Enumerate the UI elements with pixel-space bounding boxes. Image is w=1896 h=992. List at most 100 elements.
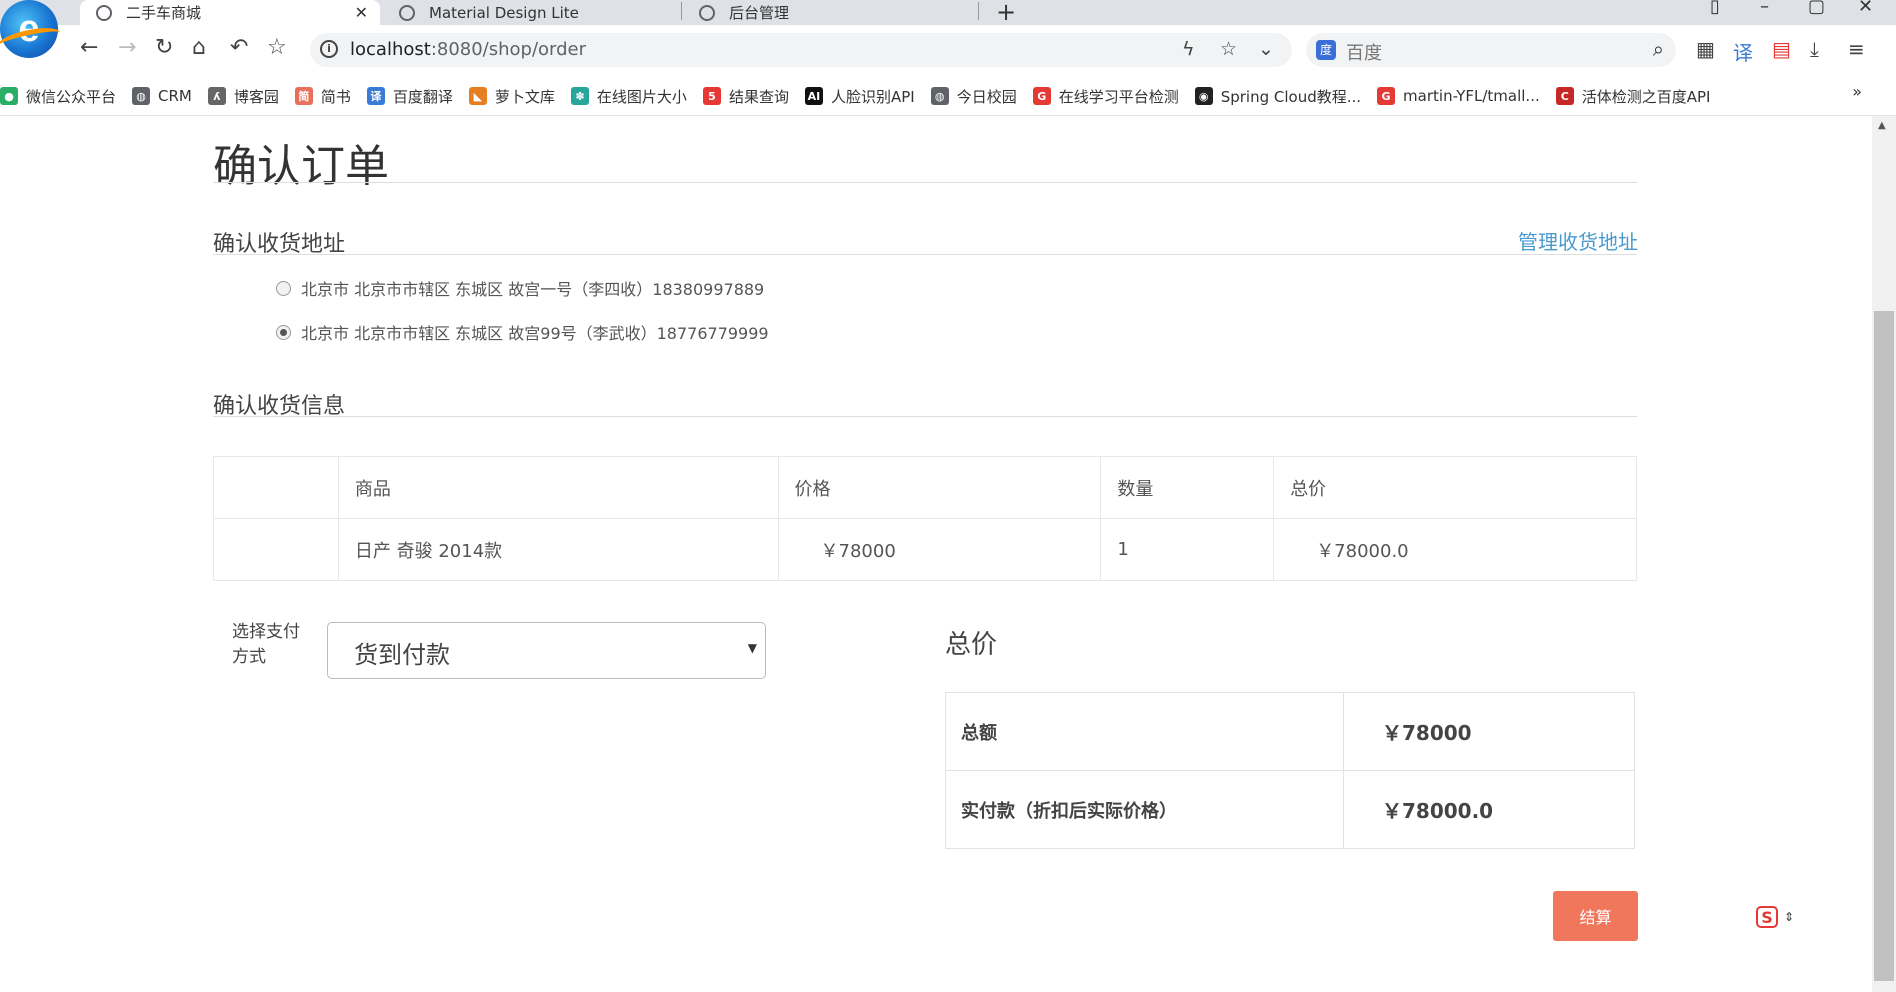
table-header-cell: 数量: [1100, 456, 1275, 519]
page-scrollbar[interactable]: ▲: [1872, 116, 1896, 992]
forward-icon[interactable]: →: [118, 35, 136, 60]
address-option-1[interactable]: 北京市 北京市市辖区 东城区 故宫一号（李四收）18380997889: [276, 276, 764, 300]
address-radio-1[interactable]: [276, 280, 291, 296]
tab-shop[interactable]: 二手车商城 ✕: [80, 0, 380, 25]
wechat-icon: ●: [0, 87, 18, 105]
ai-icon: AI: [804, 87, 823, 105]
bookmark-item[interactable]: C 活体检测之百度API: [1555, 86, 1711, 107]
url-path: :8080/shop/order: [430, 39, 587, 60]
address-radio-2[interactable]: [276, 324, 291, 340]
star-icon[interactable]: ☆: [267, 35, 287, 60]
manage-address-link[interactable]: 管理收货地址: [1518, 226, 1638, 255]
bookmark-label: 活体检测之百度API: [1581, 87, 1711, 106]
jianshu-icon: 简: [294, 87, 313, 105]
qr-code-icon[interactable]: ▦: [1696, 37, 1715, 61]
bookmark-item[interactable]: ✽ 在线图片大小: [570, 86, 687, 107]
back-icon[interactable]: ←: [80, 35, 98, 60]
scroll-up-icon[interactable]: ▲: [1878, 120, 1886, 131]
reload-icon[interactable]: ↻: [155, 35, 173, 60]
close-tab-icon[interactable]: ✕: [355, 3, 368, 22]
table-cell: ￥78000.0: [1273, 518, 1637, 581]
globe-icon: [399, 4, 415, 21]
bookmark-item[interactable]: ◍ CRM: [132, 87, 192, 105]
undo-icon[interactable]: ↶: [230, 35, 248, 60]
download-icon[interactable]: ⤓: [1810, 37, 1819, 61]
ime-arrows-icon[interactable]: ⇕: [1784, 910, 1794, 924]
bookmark-label: 博客园: [233, 87, 279, 106]
bookmark-label: 结果查询: [728, 87, 789, 106]
title-divider: [213, 182, 1637, 183]
globe-icon: ◍: [132, 87, 151, 105]
total-label: 总额: [945, 692, 1344, 771]
bookmark-item[interactable]: ◉ Spring Cloud教程...: [1194, 86, 1362, 107]
pdf-icon[interactable]: ▤: [1772, 37, 1791, 61]
github-icon: ◉: [1194, 87, 1213, 105]
payment-select[interactable]: 货到付款 ▼: [327, 622, 766, 679]
tab-title: 二手车商城: [126, 4, 202, 22]
order-page: 确认订单 确认收货地址 管理收货地址 北京市 北京市市辖区 东城区 故宫一号（李…: [0, 116, 1872, 992]
total-value: ￥78000: [1343, 692, 1635, 771]
bookmark-item[interactable]: ʎ 博客园: [207, 86, 279, 107]
sogou-ime-widget[interactable]: S ⇕: [1756, 906, 1794, 928]
bookmark-label: Spring Cloud教程...: [1220, 87, 1362, 106]
bookmark-item[interactable]: Gmartin-YFL/tmall...: [1377, 87, 1540, 105]
globe-icon: [96, 4, 112, 21]
bookmark-item[interactable]: 译百度翻译: [366, 86, 453, 107]
bookmark-item[interactable]: AI 人脸识别API: [804, 86, 915, 107]
five-icon: 5: [702, 87, 721, 105]
g-icon: G: [1032, 87, 1051, 105]
payment-selected-value: 货到付款: [354, 641, 450, 669]
tab-separator: [978, 2, 979, 20]
blog-icon: ʎ: [207, 87, 226, 105]
tab-title: 后台管理: [729, 4, 790, 22]
bookmark-item[interactable]: 简简书: [294, 86, 351, 107]
search-placeholder: 百度: [1346, 43, 1382, 64]
bookmark-item[interactable]: ◣ 萝卜文库: [468, 86, 555, 107]
bookmark-star-icon[interactable]: ☆: [1220, 38, 1237, 60]
bookmark-item[interactable]: ◍ 今日校园: [930, 86, 1017, 107]
tab-title: Material Design Lite: [429, 3, 579, 22]
bookmarks-more-icon[interactable]: »: [1852, 82, 1862, 101]
page-title: 确认订单: [213, 141, 389, 192]
address-divider: [213, 254, 1637, 255]
info-icon[interactable]: i: [320, 40, 338, 58]
scrollbar-thumb[interactable]: [1874, 311, 1894, 981]
bookmark-item[interactable]: G 在线学习平台检测: [1032, 86, 1179, 107]
close-window-icon[interactable]: ✕: [1858, 0, 1873, 17]
tab-material-design[interactable]: Material Design Lite: [383, 0, 683, 25]
search-bar[interactable]: 度 百度 ⌕: [1306, 33, 1676, 67]
address-option-2[interactable]: 北京市 北京市市辖区 东城区 故宫99号（李武收）18776779999: [276, 320, 769, 344]
minimize-icon[interactable]: –: [1760, 0, 1769, 17]
checkout-button[interactable]: 结算: [1553, 891, 1638, 941]
globe-icon: [699, 4, 715, 21]
tab-admin[interactable]: 后台管理: [683, 0, 978, 25]
home-icon[interactable]: ⌂: [192, 35, 206, 60]
chevron-down-icon[interactable]: ⌄: [1258, 38, 1274, 60]
bookmark-item[interactable]: ● 微信公众平台: [0, 86, 116, 107]
c-icon: C: [1555, 87, 1574, 105]
address-bar[interactable]: i localhost:8080/shop/order ϟ ☆ ⌄: [310, 33, 1292, 67]
bookmark-label: 百度翻译: [392, 87, 453, 106]
lightning-icon[interactable]: ϟ: [1182, 38, 1195, 60]
bookmark-item[interactable]: 5 结果查询: [702, 86, 789, 107]
table-header-cell: 价格: [777, 456, 1102, 519]
bookmark-label: CRM: [158, 87, 192, 105]
bookmark-label: 人脸识别API: [830, 87, 915, 106]
bookmark-label: 萝卜文库: [494, 87, 555, 106]
sidebar-toggle-icon[interactable]: ▯: [1710, 0, 1720, 17]
translate-icon[interactable]: 译: [1733, 37, 1753, 66]
table-cell: 日产 奇骏 2014款: [337, 518, 779, 581]
new-tab-button[interactable]: +: [996, 0, 1016, 26]
maximize-icon[interactable]: ▢: [1808, 0, 1825, 17]
carrot-icon: ◣: [468, 87, 487, 105]
search-icon[interactable]: ⌕: [1653, 37, 1664, 61]
bookmark-label: 微信公众平台: [26, 87, 117, 106]
menu-icon[interactable]: ≡: [1848, 37, 1865, 61]
table-cell: ￥78000: [777, 518, 1102, 581]
bookmark-label: 在线学习平台检测: [1058, 87, 1179, 106]
baidu-icon: 度: [1316, 40, 1336, 60]
address-text-2: 北京市 北京市市辖区 东城区 故宫99号（李武收）18776779999: [301, 324, 769, 343]
table-header-cell: 总价: [1273, 456, 1637, 519]
url-host: localhost: [350, 39, 431, 60]
paid-value: ￥78000.0: [1343, 770, 1635, 849]
